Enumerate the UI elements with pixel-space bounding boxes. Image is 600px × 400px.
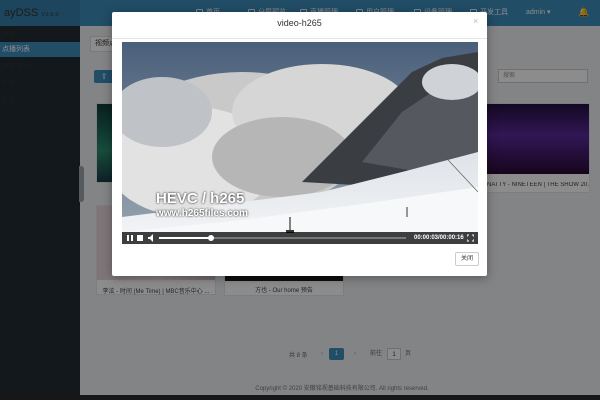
- modal-title: video-h265: [277, 18, 322, 28]
- video-controls: 00:00:03/00:00:16: [122, 232, 478, 244]
- video-modal: video-h265 × HEVC / h265 www.h265files.c…: [112, 12, 487, 276]
- video-player[interactable]: HEVC / h265 www.h265files.com 00:00:03/0…: [122, 42, 478, 244]
- video-watermark-url: www.h265files.com: [156, 208, 248, 219]
- seek-handle[interactable]: [207, 235, 214, 241]
- video-watermark-title: HEVC / h265: [156, 190, 245, 207]
- close-button[interactable]: 关闭: [455, 252, 479, 266]
- pause-icon[interactable]: [127, 234, 133, 242]
- seek-bar[interactable]: [159, 235, 406, 241]
- stop-icon[interactable]: [137, 234, 143, 242]
- close-icon[interactable]: ×: [473, 16, 478, 26]
- time-readout: 00:00:03/00:00:16: [414, 235, 464, 241]
- fullscreen-icon[interactable]: [466, 234, 475, 242]
- seek-progress: [159, 237, 211, 239]
- volume-icon[interactable]: [148, 234, 155, 242]
- modal-divider: [112, 38, 487, 39]
